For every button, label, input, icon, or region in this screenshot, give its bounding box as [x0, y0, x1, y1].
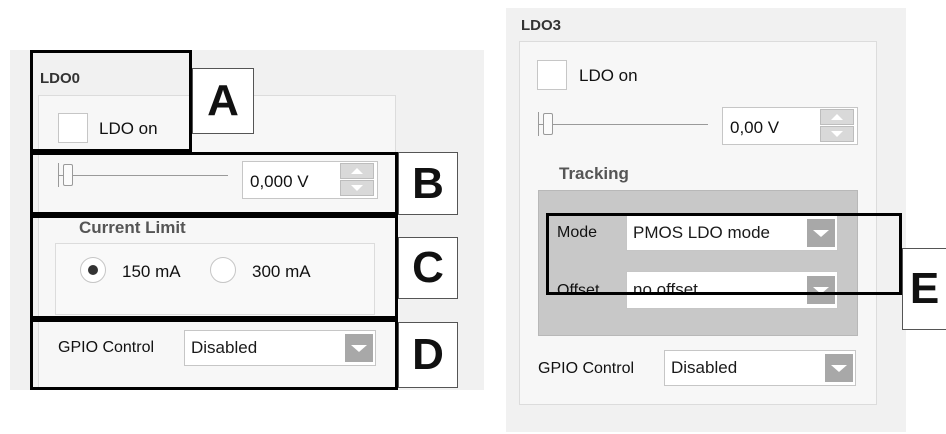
spin-up-icon[interactable] — [820, 109, 854, 125]
ldo3-on-checkbox[interactable] — [537, 60, 567, 90]
box-b — [30, 152, 398, 215]
ldo3-slider-tick — [538, 112, 539, 136]
callout-c: C — [398, 237, 458, 299]
ldo3-gpio-dropdown[interactable]: Disabled — [664, 350, 856, 386]
callout-b: B — [398, 152, 458, 215]
ldo3-voltage-value: 0,00 V — [730, 118, 780, 137]
box-e — [546, 213, 902, 295]
spin-down-icon[interactable] — [820, 126, 854, 142]
tracking-title: Tracking — [559, 164, 629, 183]
ldo3-gpio-label: GPIO Control — [538, 360, 635, 377]
ldo3-slider-track — [538, 124, 708, 125]
callout-d: D — [398, 322, 458, 388]
callout-e: E — [902, 248, 946, 330]
chevron-down-icon[interactable] — [825, 354, 853, 382]
box-a — [30, 50, 192, 152]
slider-thumb-icon[interactable] — [543, 113, 553, 135]
box-d — [30, 319, 398, 390]
ldo3-title: LDO3 — [521, 17, 562, 34]
ldo3-gpio-value: Disabled — [671, 358, 738, 377]
box-c — [30, 215, 398, 319]
ldo3-on-label: LDO on — [579, 66, 638, 85]
callout-a: A — [192, 68, 254, 134]
